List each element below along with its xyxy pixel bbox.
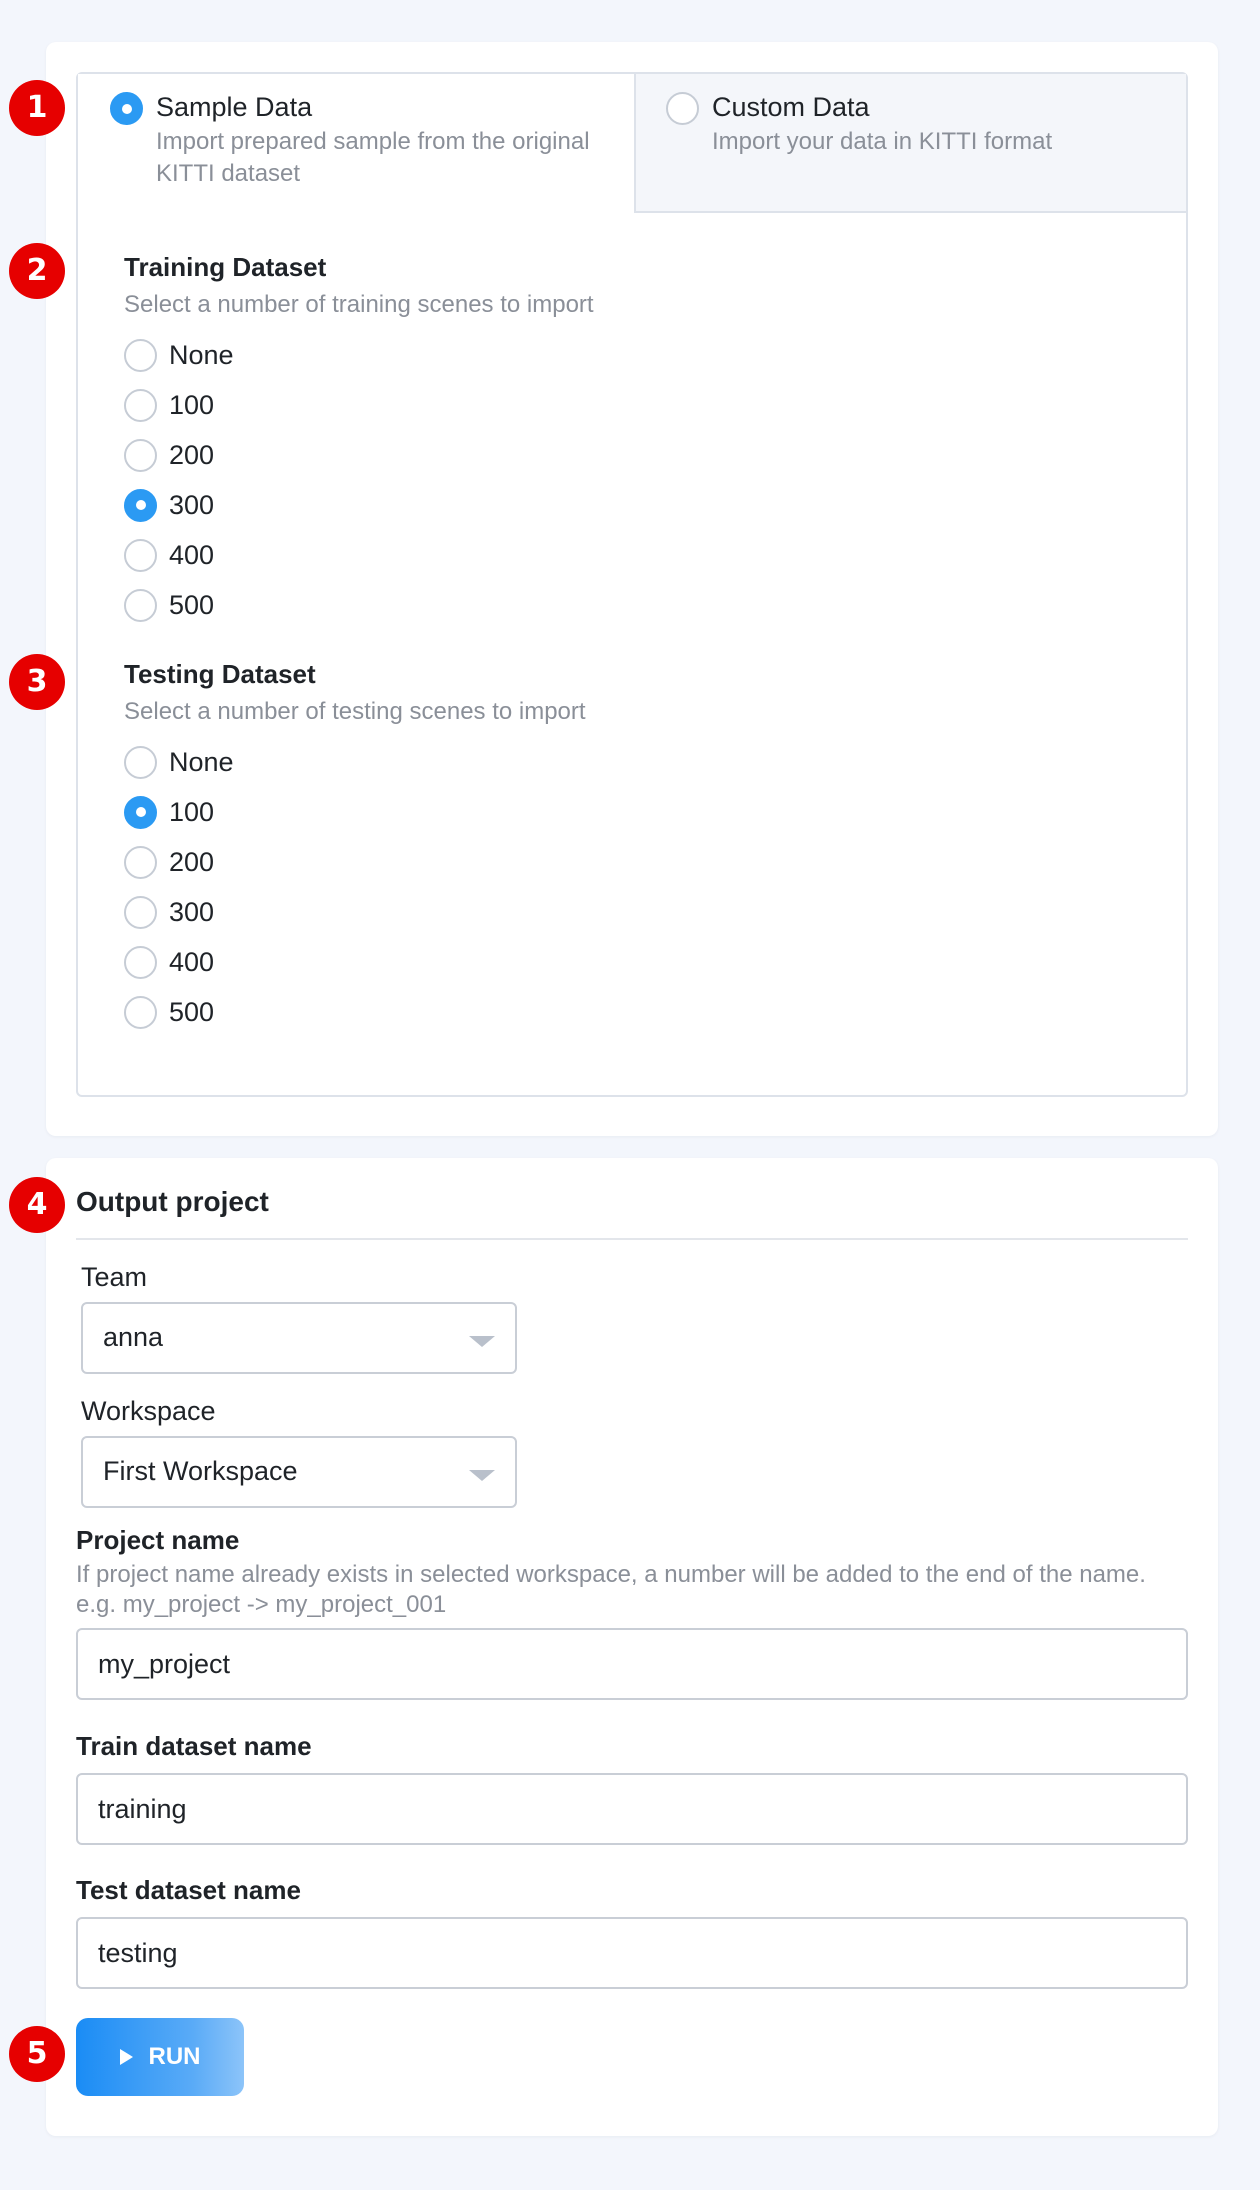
test-dataset-name-label: Test dataset name xyxy=(76,1875,301,1905)
training-dataset-title: Training Dataset xyxy=(124,252,327,282)
testing-dataset-section: Testing Dataset Select a number of testi… xyxy=(124,659,586,726)
train-dataset-name-input[interactable] xyxy=(76,1773,1188,1845)
training-option-300[interactable]: 300 xyxy=(124,487,214,523)
training-option-500[interactable]: 500 xyxy=(124,587,214,623)
workspace-select[interactable]: First Workspace xyxy=(81,1436,517,1508)
training-radio-500[interactable] xyxy=(124,588,157,622)
testing-option-label: None xyxy=(169,746,234,777)
tab-custom-description: Import your data in KITTI format xyxy=(712,128,1053,155)
training-dataset-description: Select a number of training scenes to im… xyxy=(124,291,594,318)
testing-radio-200[interactable] xyxy=(124,845,157,879)
testing-option-100[interactable]: 100 xyxy=(124,794,214,830)
project-name-hint: If project name already exists in select… xyxy=(76,1561,1146,1618)
team-select-value: anna xyxy=(103,1322,164,1352)
workspace-label: Workspace xyxy=(81,1396,216,1426)
testing-option-none[interactable]: None xyxy=(124,744,234,780)
training-option-label: 400 xyxy=(169,539,215,570)
training-option-label: None xyxy=(169,339,234,370)
tab-sample-data[interactable]: Sample Data Import prepared sample from … xyxy=(78,74,634,213)
training-dataset-section: Training Dataset Select a number of trai… xyxy=(124,252,594,319)
training-radio-300[interactable] xyxy=(124,488,157,522)
training-radio-none[interactable] xyxy=(124,338,157,372)
training-option-label: 200 xyxy=(169,439,215,470)
step-marker-2: 2 xyxy=(9,243,65,299)
workspace-select-value: First Workspace xyxy=(103,1456,298,1486)
testing-option-label: 500 xyxy=(169,996,215,1027)
testing-radio-none[interactable] xyxy=(124,745,157,779)
testing-dataset-title: Testing Dataset xyxy=(124,659,316,689)
chevron-down-icon xyxy=(469,1470,495,1481)
data-source-tabs: Sample Data Import prepared sample from … xyxy=(76,72,1188,1097)
tab-sample-description: Import prepared sample from the original… xyxy=(156,128,590,187)
play-icon xyxy=(119,2049,133,2065)
test-dataset-name-input[interactable] xyxy=(76,1917,1188,1989)
chevron-down-icon xyxy=(469,1336,495,1347)
data-source-card: Sample Data Import prepared sample from … xyxy=(46,42,1218,1136)
sample-data-radio[interactable] xyxy=(110,92,143,125)
run-button-label: RUN xyxy=(148,2043,201,2070)
team-select[interactable]: anna xyxy=(81,1302,517,1374)
testing-option-200[interactable]: 200 xyxy=(124,844,214,880)
testing-radio-500[interactable] xyxy=(124,995,157,1029)
testing-option-300[interactable]: 300 xyxy=(124,894,214,930)
output-project-card: Output project Team anna Workspace First… xyxy=(46,1158,1218,2136)
training-radio-200[interactable] xyxy=(124,438,157,472)
step-marker-1: 1 xyxy=(9,80,65,136)
train-dataset-name-label: Train dataset name xyxy=(76,1731,312,1761)
tab-custom-data[interactable]: Custom Data Import your data in KITTI fo… xyxy=(634,74,1186,213)
tab-custom-title: Custom Data xyxy=(712,92,870,122)
training-radio-100[interactable] xyxy=(124,388,157,422)
step-marker-3: 3 xyxy=(9,654,65,710)
divider xyxy=(76,1238,1188,1240)
run-button[interactable]: RUN xyxy=(76,2018,244,2096)
testing-dataset-description: Select a number of testing scenes to imp… xyxy=(124,698,586,725)
training-option-400[interactable]: 400 xyxy=(124,537,214,573)
testing-option-label: 300 xyxy=(169,896,215,927)
output-project-title: Output project xyxy=(76,1186,269,1217)
training-radio-400[interactable] xyxy=(124,538,157,572)
training-option-200[interactable]: 200 xyxy=(124,437,214,473)
testing-radio-300[interactable] xyxy=(124,895,157,929)
tab-sample-title: Sample Data xyxy=(156,92,313,122)
team-label: Team xyxy=(81,1262,148,1292)
custom-data-radio[interactable] xyxy=(666,92,699,125)
step-marker-5: 5 xyxy=(9,2026,65,2082)
training-option-none[interactable]: None xyxy=(124,337,234,373)
step-marker-4: 4 xyxy=(9,1177,65,1233)
testing-radio-100[interactable] xyxy=(124,795,157,829)
training-option-label: 300 xyxy=(169,489,215,520)
training-option-label: 500 xyxy=(169,589,215,620)
testing-option-500[interactable]: 500 xyxy=(124,994,214,1030)
testing-option-label: 400 xyxy=(169,946,215,977)
testing-option-400[interactable]: 400 xyxy=(124,944,214,980)
training-option-label: 100 xyxy=(169,389,215,420)
testing-option-label: 100 xyxy=(169,796,215,827)
project-name-label: Project name xyxy=(76,1525,240,1555)
testing-option-label: 200 xyxy=(169,846,215,877)
training-option-100[interactable]: 100 xyxy=(124,387,214,423)
project-name-input[interactable] xyxy=(76,1628,1188,1700)
testing-radio-400[interactable] xyxy=(124,945,157,979)
